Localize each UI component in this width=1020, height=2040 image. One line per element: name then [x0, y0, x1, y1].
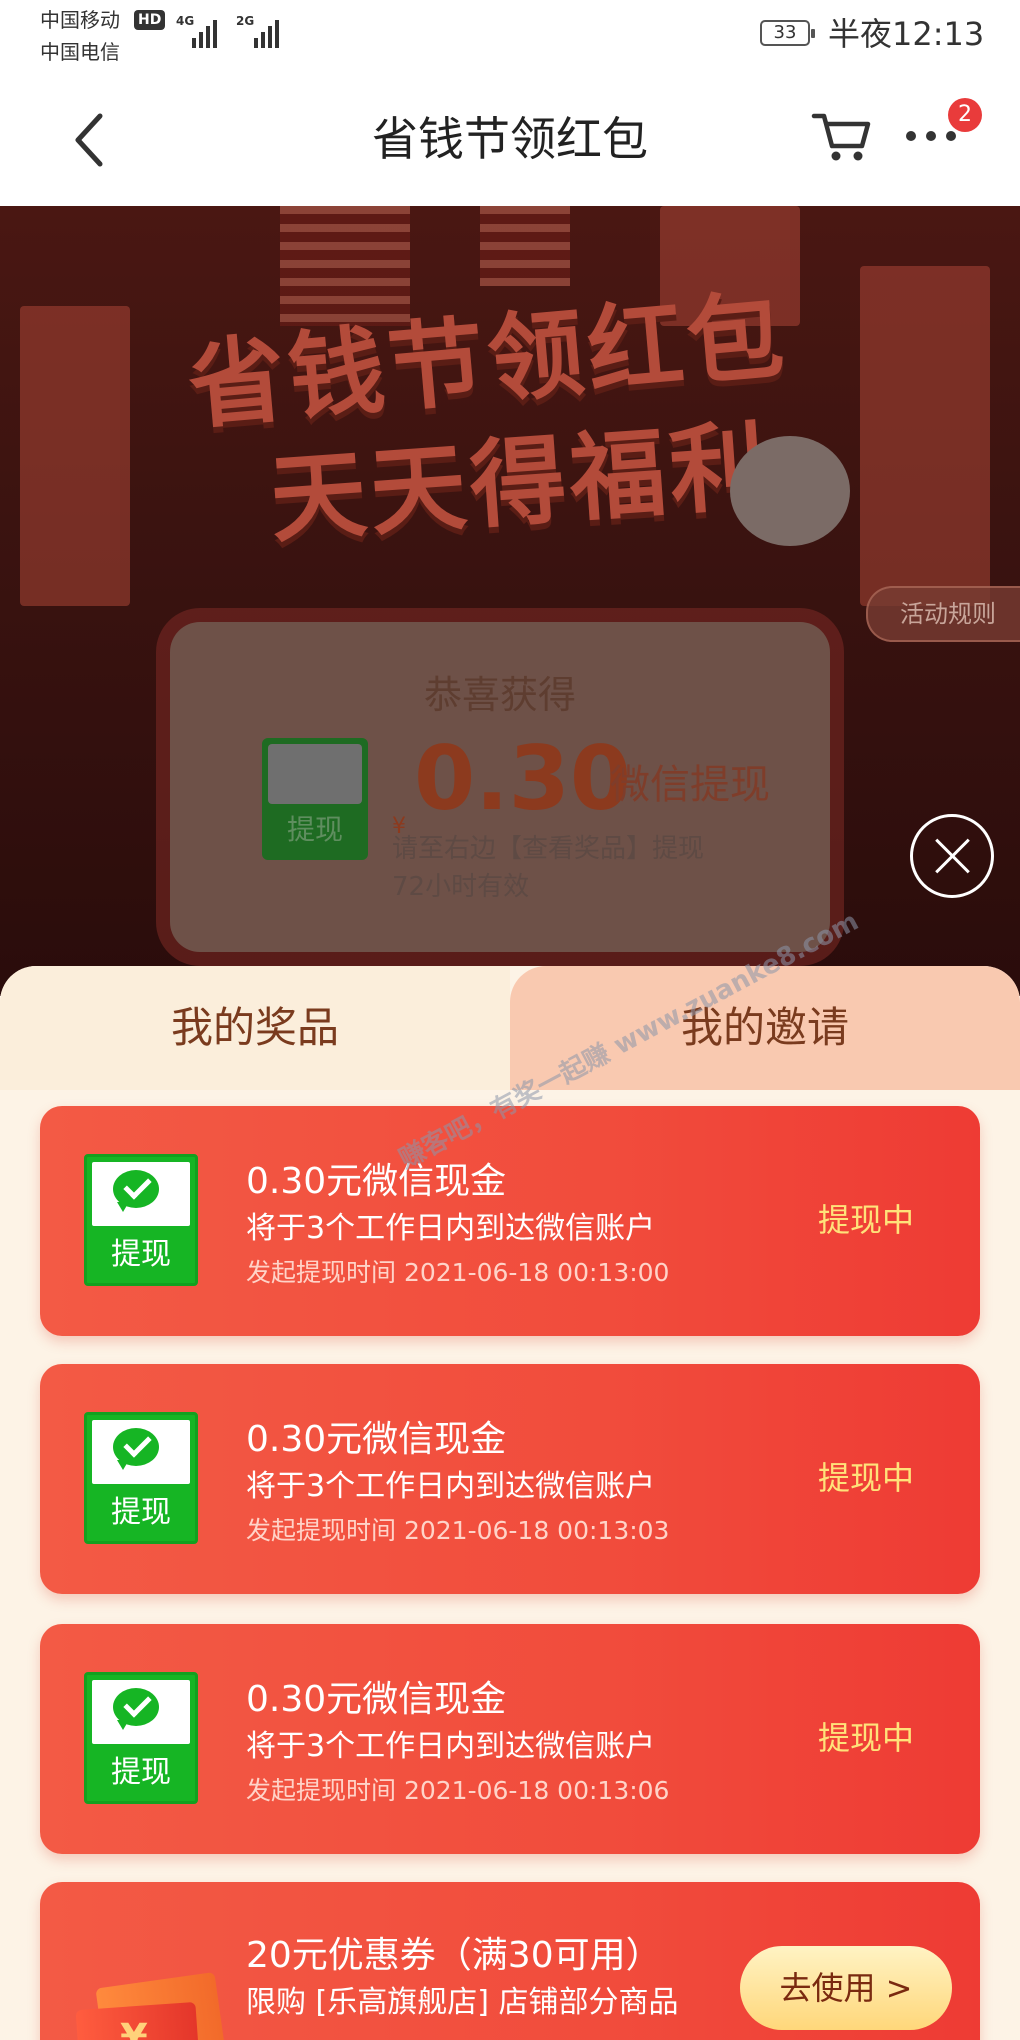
wechat-badge-label: 提现	[111, 1755, 171, 1790]
wechat-pay-icon: 提现	[262, 738, 368, 860]
list-item[interactable]: 提现 0.30元微信现金 将于3个工作日内到达微信账户 发起提现时间 2021-…	[40, 1106, 980, 1336]
prize-sheet: 我的奖品 我的邀请 提现 0.30元微信现金 将于3个工作日内到达微信账户 发起…	[0, 966, 1020, 2040]
prize-validity: 72小时有效	[392, 872, 530, 902]
wechat-badge-label: 提现	[111, 1495, 171, 1530]
list-item[interactable]: 提现 0.30元微信现金 将于3个工作日内到达微信账户 发起提现时间 2021-…	[40, 1364, 980, 1594]
withdraw-time: 发起提现时间 2021-06-18 00:13:00	[246, 1258, 670, 1287]
cart-button[interactable]	[808, 102, 874, 168]
status-badge: 提现中	[818, 1201, 915, 1239]
more-icon	[906, 131, 956, 141]
prize-type: 微信提现	[610, 762, 770, 808]
prize-description: 将于3个工作日内到达微信账户	[246, 1729, 656, 1764]
hd-badge: HD	[134, 10, 166, 30]
prize-hint: 请至右边【查看奖品】提现	[392, 834, 705, 864]
prize-title: 0.30元微信现金	[246, 1419, 507, 1460]
banner-subtitle: 天天得福利	[266, 409, 774, 557]
coupon-title: 20元优惠券（满30可用）	[246, 1935, 662, 1976]
status-bar: 中国移动 HD 4G 中国电信 2G 33 半夜12:13	[0, 0, 1020, 72]
carrier-name-primary: 中国移动	[40, 8, 120, 32]
status-badge: 提现中	[818, 1459, 915, 1497]
list-item[interactable]: 提现 0.30元微信现金 将于3个工作日内到达微信账户 发起提现时间 2021-…	[40, 1624, 980, 1854]
withdraw-time: 发起提现时间 2021-06-18 00:13:06	[246, 1776, 670, 1805]
use-coupon-button[interactable]: 去使用 >	[740, 1946, 952, 2030]
tab-my-prizes[interactable]: 我的奖品	[0, 966, 510, 1090]
coupon-currency: ¥	[120, 2016, 148, 2040]
wechat-pay-icon: 提现	[84, 1412, 198, 1544]
close-icon[interactable]	[910, 814, 994, 898]
decor-stripe	[480, 206, 570, 286]
decor-stripe	[280, 206, 410, 326]
promo-banner: 省钱节领红包 天天得福利 活动规则 恭喜获得 提现 ¥ 0.30 微信提现 请至…	[0, 206, 1020, 996]
wechat-badge-label: 提现	[286, 813, 343, 846]
wechat-pay-icon: 提现	[84, 1154, 198, 1286]
prize-title: 0.30元微信现金	[246, 1161, 507, 1202]
more-button[interactable]: 2	[900, 98, 982, 168]
prize-list: 提现 0.30元微信现金 将于3个工作日内到达微信账户 发起提现时间 2021-…	[0, 1090, 1020, 2040]
mascot-dog-icon	[730, 436, 850, 546]
prize-title: 0.30元微信现金	[246, 1679, 507, 1720]
nav-bar: 省钱节领红包 2	[0, 72, 1020, 206]
wechat-badge-label: 提现	[111, 1237, 171, 1272]
coupon-description: 限购 [乐高旗舰店] 店铺部分商品	[246, 1985, 679, 2020]
congrats-text: 恭喜获得	[423, 673, 576, 717]
decor-building	[20, 306, 130, 606]
won-prize-card: 恭喜获得 提现 ¥ 0.30 微信提现 请至右边【查看奖品】提现 72小时有效	[170, 622, 830, 952]
prize-description: 将于3个工作日内到达微信账户	[246, 1211, 656, 1246]
signal-bars-icon	[192, 16, 217, 48]
cart-icon	[811, 113, 871, 161]
network-type-secondary: 2G	[236, 14, 255, 28]
signal-bars-icon	[254, 16, 279, 48]
wechat-pay-icon: 提现	[84, 1672, 198, 1804]
status-badge: 提现中	[818, 1719, 915, 1757]
withdraw-time: 发起提现时间 2021-06-18 00:13:03	[246, 1516, 670, 1545]
battery-icon: 33	[760, 20, 815, 46]
status-time: 半夜12:13	[828, 15, 985, 53]
activity-rules-button[interactable]: 活动规则	[866, 586, 1020, 642]
notification-badge: 2	[948, 98, 982, 132]
coupon-item[interactable]: ¥ 20元优惠券（满30可用） 限购 [乐高旗舰店] 店铺部分商品 去使用 >	[40, 1882, 980, 2040]
decor-building	[860, 266, 990, 606]
prize-description: 将于3个工作日内到达微信账户	[246, 1469, 656, 1504]
carrier-name-secondary: 中国电信	[40, 40, 120, 64]
coupon-icon: ¥	[70, 1960, 225, 2040]
prize-amount: 0.30	[414, 727, 632, 830]
